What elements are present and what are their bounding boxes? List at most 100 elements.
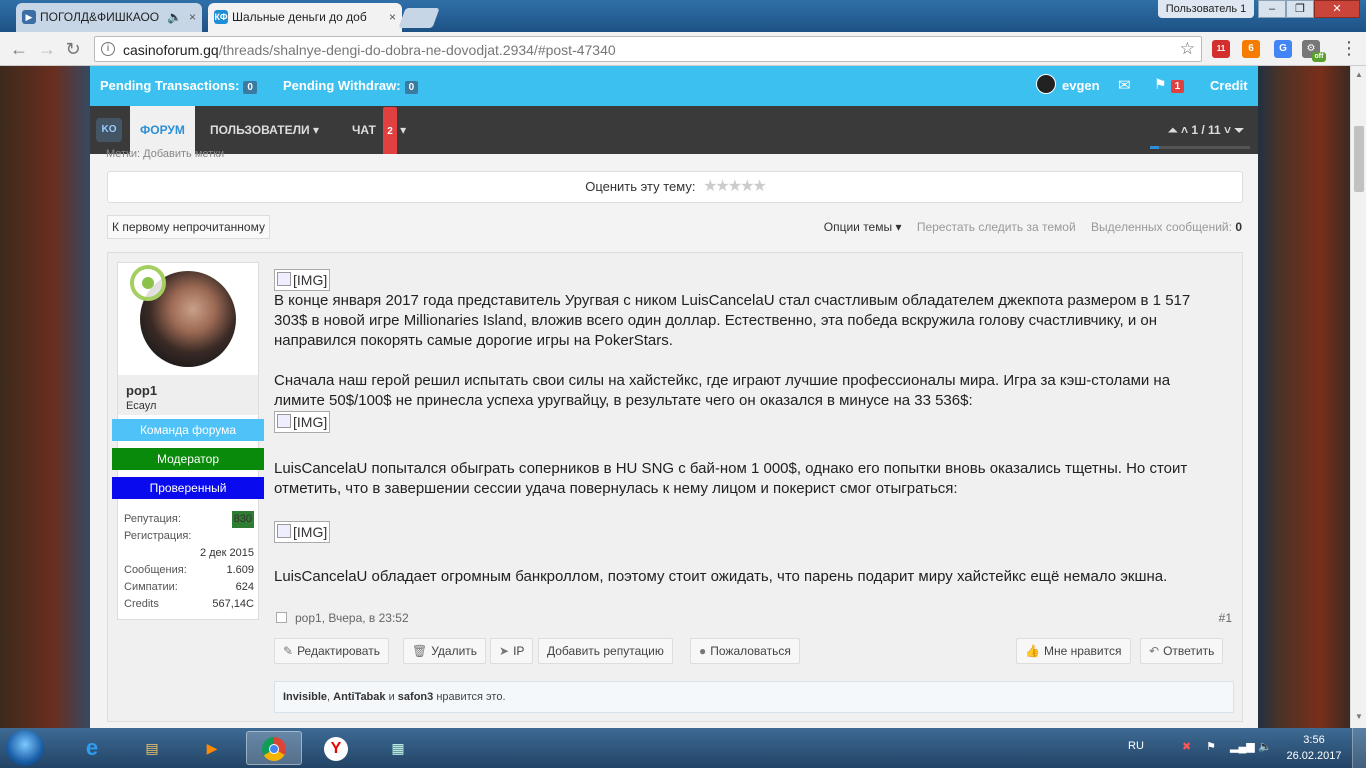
scroll-down-arrow-icon[interactable]: ▼ [1355, 712, 1363, 721]
page-progress-bar [1150, 146, 1250, 149]
forward-arrow-icon[interactable]: → [36, 38, 58, 60]
chevron-down-icon: ▾ [400, 123, 407, 137]
start-button[interactable] [6, 730, 44, 766]
post-actions-right: 👍 Мне нравится ↶ Ответить [1016, 638, 1236, 664]
thread-options-dropdown[interactable]: Опции темы ▾ [824, 220, 902, 234]
nav-chat[interactable]: ЧАТ 2 ▾ [342, 106, 416, 157]
profile-badge[interactable]: Пользователь 1 [1158, 0, 1254, 18]
browser-menu-icon[interactable]: ⋮ [1340, 38, 1358, 58]
selected-posts-count: 0 [1235, 220, 1242, 234]
close-window-button[interactable]: ✕ [1314, 0, 1360, 18]
minimize-button[interactable]: – [1258, 0, 1286, 18]
back-arrow-icon[interactable]: ← [8, 38, 30, 60]
volume-icon[interactable]: 🔈 [1258, 740, 1272, 753]
double-chevron-up-icon[interactable]: ⏶ [1168, 123, 1178, 137]
browser-tabstrip: ▶ ПОГОЛД&ФИШКАОО 🔈 × КФ Шальные деньги д… [0, 0, 1366, 32]
stat-credits: Credits 567,14C [124, 598, 254, 610]
user-avatar-icon[interactable] [1036, 74, 1056, 94]
language-indicator[interactable]: RU [1128, 740, 1144, 752]
close-icon[interactable]: × [389, 3, 396, 31]
add-reputation-button[interactable]: Добавить репутацию [538, 638, 673, 664]
post-container: pop1 Есаул Команда форума Модератор Пров… [107, 252, 1243, 722]
post-meta: pop1, Вчера, в 23:52 [276, 611, 409, 625]
page-scrollbar[interactable]: ▲ ▼ [1350, 66, 1366, 728]
first-unread-button[interactable]: К первому непрочитанному [107, 215, 270, 239]
rate-thread-label: Оценить эту тему: [585, 179, 696, 194]
pending-withdraw[interactable]: Pending Withdraw: 0 [283, 78, 419, 94]
ip-button[interactable]: ➤ IP [490, 638, 534, 664]
double-chevron-down-icon[interactable]: ⏷ [1234, 123, 1244, 137]
report-button[interactable]: ● Пожаловаться [690, 638, 800, 664]
notepad-icon[interactable]: ▦ [370, 731, 426, 765]
credit-link[interactable]: Credit [1210, 78, 1248, 93]
flag-icon[interactable]: ⚑ 1 [1154, 76, 1185, 93]
extension-red-icon[interactable]: 11 [1212, 40, 1230, 58]
page-indicator: 1 / 11 [1191, 123, 1221, 137]
signal-icon[interactable]: ▂▄▆ [1230, 740, 1255, 753]
reload-icon[interactable]: ↻ [62, 38, 84, 60]
envelope-icon[interactable]: ✉ [1118, 76, 1131, 94]
rating-stars[interactable]: ★★★★★ [703, 178, 767, 195]
video-tab-icon: ▶ [22, 10, 36, 24]
new-tab-button[interactable] [398, 8, 440, 28]
info-icon[interactable]: i [101, 42, 115, 56]
browser-tab-2[interactable]: КФ Шальные деньги до доб × [208, 3, 402, 32]
tags-line[interactable]: Метки: Добавить метки [106, 148, 224, 160]
extension-off-icon[interactable]: off [1312, 52, 1326, 62]
page-viewport: Pending Transactions: 0 Pending Withdraw:… [0, 66, 1350, 728]
forum-topbar: Pending Transactions: 0 Pending Withdraw:… [90, 66, 1258, 106]
flag-tray-icon[interactable]: ⚑ [1206, 740, 1216, 753]
casinoforum-favicon: КФ [214, 10, 228, 24]
post-image[interactable]: [IMG] [274, 521, 331, 543]
network-error-icon[interactable]: ✖ [1182, 740, 1191, 753]
post-username[interactable]: pop1 [126, 383, 157, 398]
online-status-icon [130, 265, 166, 301]
show-desktop-button[interactable] [1352, 728, 1366, 768]
post-image[interactable]: [IMG] [274, 411, 331, 433]
post-message: [IMG] В конце января 2017 года представи… [274, 269, 1224, 587]
close-icon[interactable]: 🔈 [167, 3, 182, 31]
post-permalink[interactable]: #1 [1219, 611, 1232, 625]
yandex-browser-icon[interactable]: Y [308, 731, 364, 765]
nav-forum[interactable]: ФОРУМ [130, 106, 195, 154]
edit-button[interactable]: ✎ Редактировать [274, 638, 389, 664]
thread-content: Метки: Добавить метки Оценить эту тему: … [90, 148, 1258, 728]
username-link[interactable]: evgen [1062, 78, 1100, 93]
like-user-link[interactable]: safon3 [398, 691, 433, 703]
maximize-button[interactable]: ❐ [1286, 0, 1314, 18]
pending-transactions-count: 0 [243, 81, 257, 94]
like-user-link[interactable]: Invisible [283, 691, 327, 703]
unwatch-thread-link[interactable]: Перестать следить за темой [917, 220, 1076, 234]
chevron-down-icon[interactable]: ˅ [1224, 123, 1231, 137]
page-progress-fill [1150, 146, 1159, 149]
close-icon[interactable]: × [189, 3, 196, 31]
user-stats: Репутация: 830 Регистрация: 2 дек 2015 Со… [124, 511, 254, 613]
delete-button[interactable]: 🗑 Удалить [403, 638, 487, 664]
reply-button[interactable]: ↶ Ответить [1140, 638, 1224, 664]
file-explorer-icon[interactable]: ▤ [124, 731, 180, 765]
translate-icon[interactable]: G [1274, 40, 1292, 58]
chevron-up-icon[interactable]: ˄ [1181, 123, 1188, 137]
chrome-icon[interactable] [246, 731, 302, 765]
like-user-link[interactable]: AntiTabak [333, 691, 385, 703]
post-author-date[interactable]: pop1, Вчера, в 23:52 [295, 611, 409, 625]
browser-tab-1[interactable]: ▶ ПОГОЛД&ФИШКАОО 🔈 × [16, 3, 202, 32]
extension-badge: 11 [1216, 44, 1226, 53]
internet-explorer-icon[interactable]: e [64, 731, 120, 765]
nav-users[interactable]: ПОЛЬЗОВАТЕЛИ ▾ [200, 106, 329, 154]
extension-orange-icon[interactable]: 6 [1242, 40, 1260, 58]
pending-transactions[interactable]: Pending Transactions: 0 [100, 78, 257, 94]
url-text[interactable]: casinoforum.gq/threads/shalnye-dengi-do-… [123, 42, 616, 58]
like-button[interactable]: 👍 Мне нравится [1016, 638, 1131, 664]
forum-logo[interactable]: KO [96, 118, 122, 142]
thread-options-bar: Опции темы ▾ Перестать следить за темой … [824, 220, 1242, 234]
scroll-up-arrow-icon[interactable]: ▲ [1355, 70, 1363, 79]
bookmark-star-icon[interactable]: ☆ [1180, 39, 1195, 59]
post-image[interactable]: [IMG] [274, 269, 331, 291]
address-bar[interactable]: i casinoforum.gq/threads/shalnye-dengi-d… [94, 36, 1202, 62]
scrollbar-thumb[interactable] [1354, 126, 1364, 192]
stat-messages: Сообщения: 1.609 [124, 564, 254, 576]
system-clock[interactable]: 3:56 26.02.2017 [1284, 732, 1344, 764]
select-post-checkbox[interactable] [276, 612, 287, 623]
media-player-icon[interactable]: ▶ [184, 731, 240, 765]
